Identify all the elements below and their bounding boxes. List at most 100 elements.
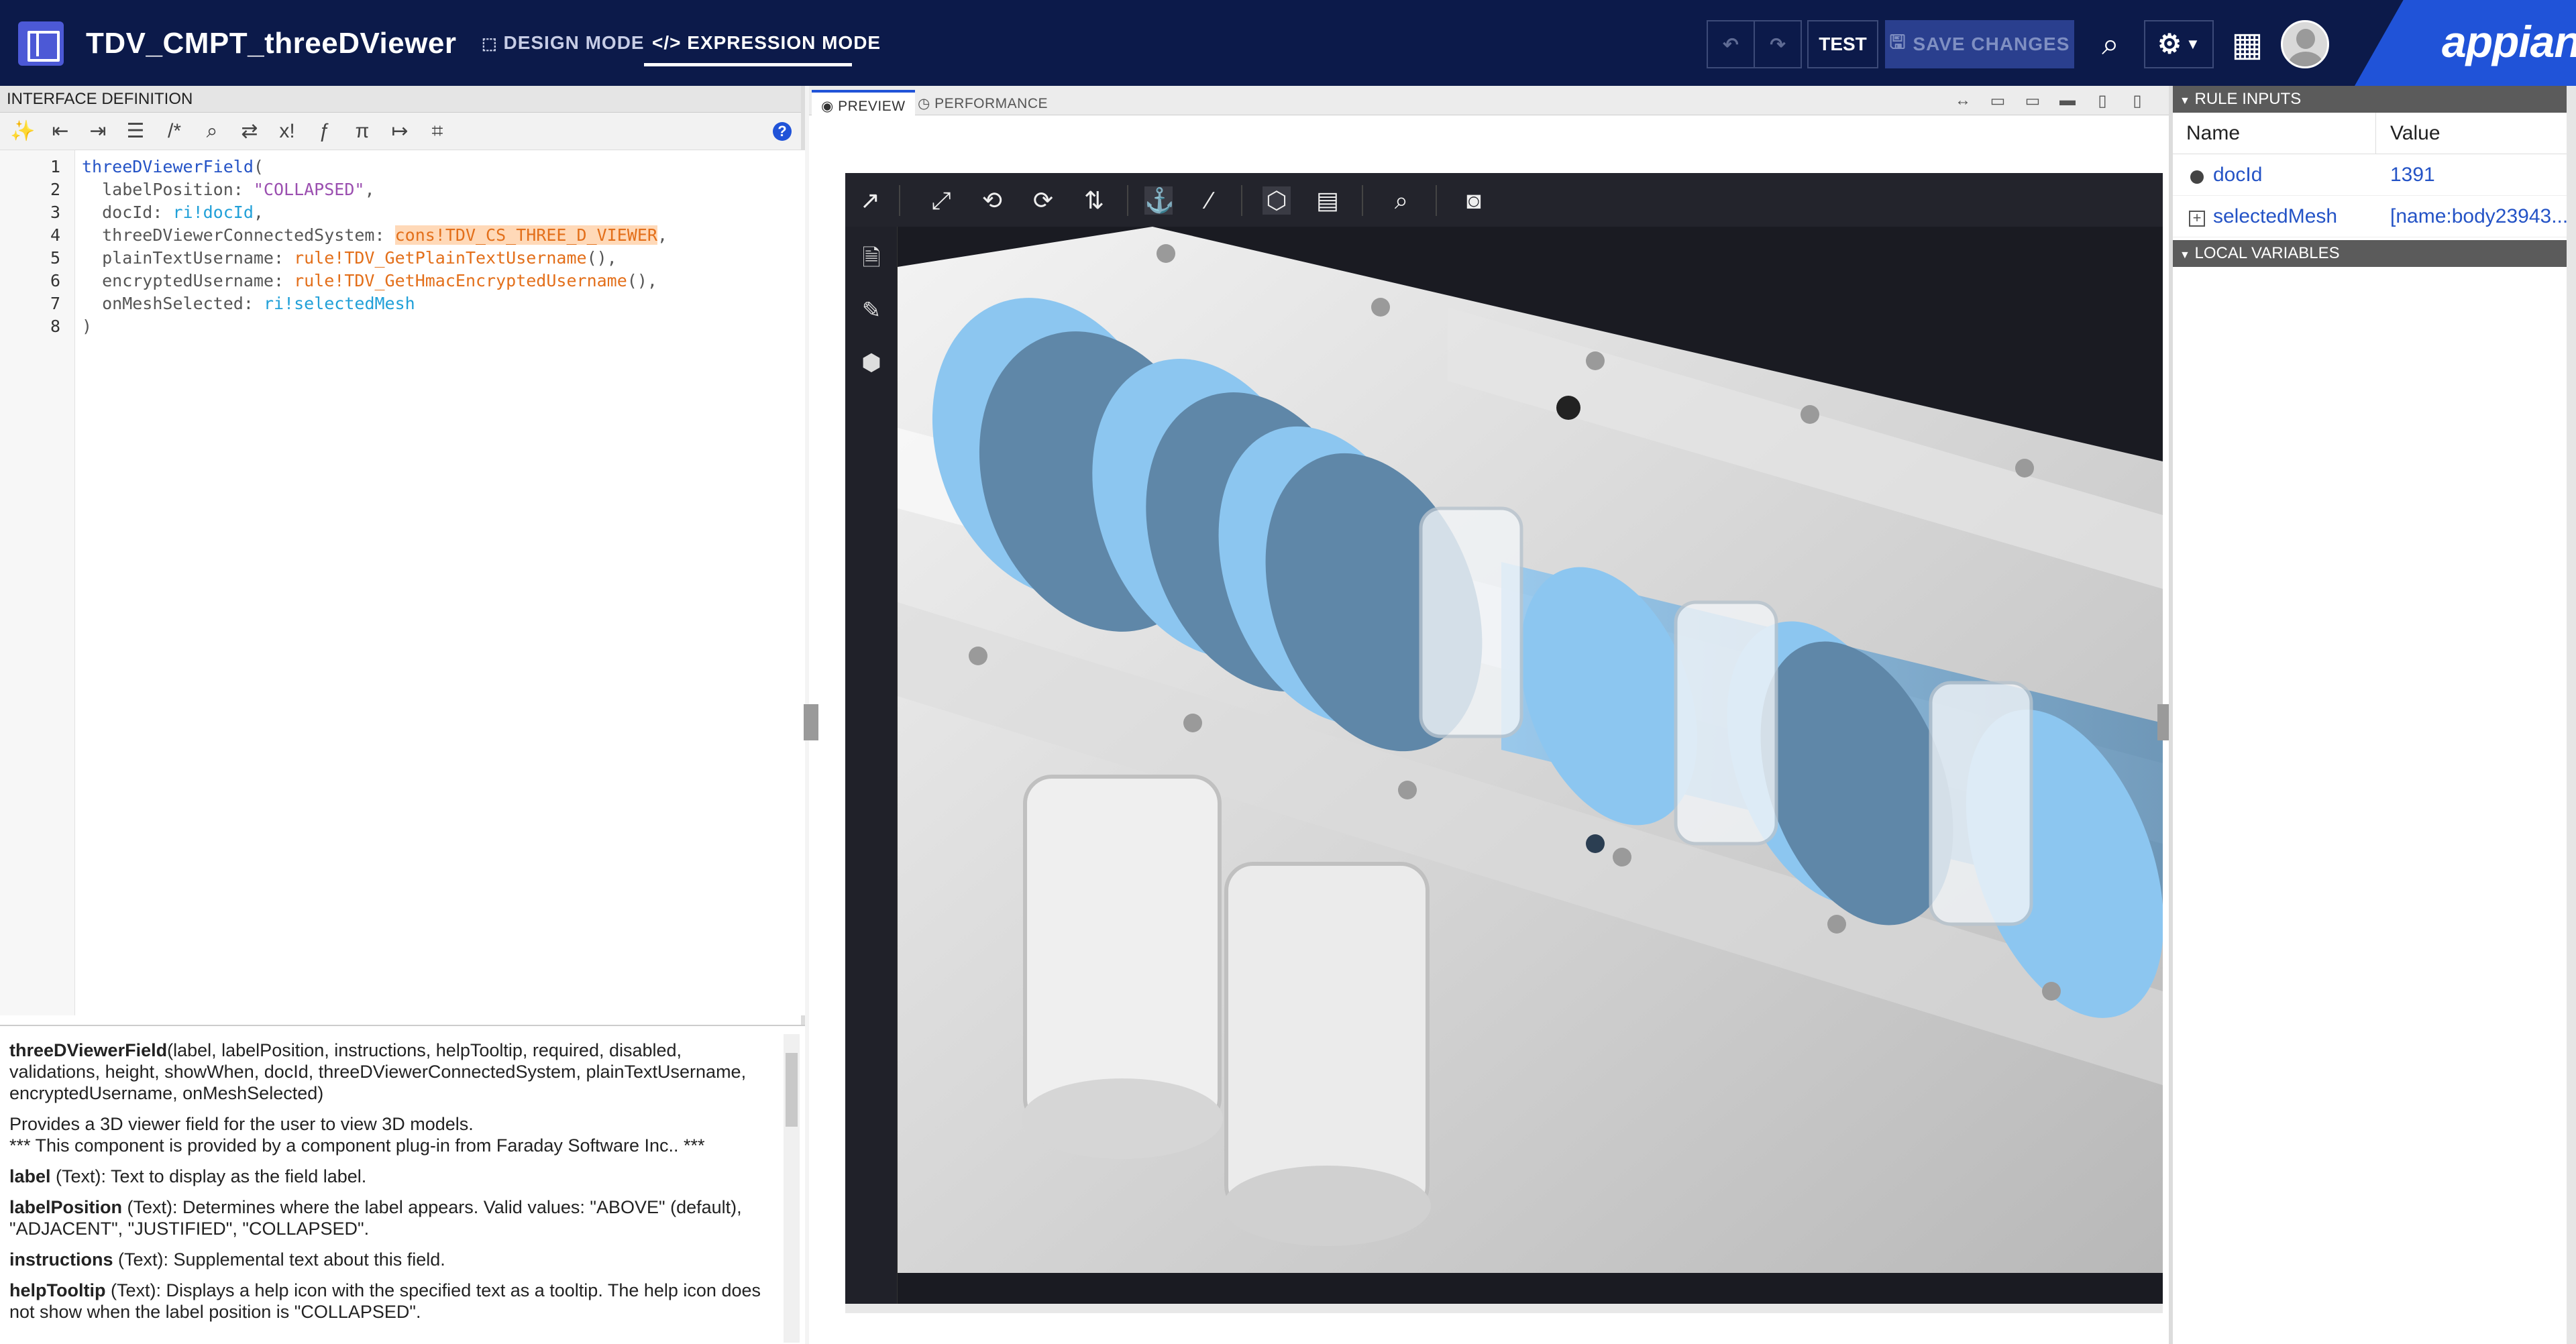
doc-scrollbar[interactable] — [784, 1034, 800, 1343]
rule-input-row[interactable]: + selectedMesh [name:body23943... — [2173, 196, 2576, 237]
code-token: encryptedUsername: — [82, 271, 294, 290]
code-text: ) — [82, 315, 92, 338]
viewer-toolbar: ↗ ⤢ ⟲ ⟳ ⇅ ⚓ ∕ ⬡ ▤ ⌕ ◙ — [845, 173, 2163, 227]
flip-vertical-icon[interactable]: ⇅ — [1080, 186, 1108, 215]
redo-button[interactable]: ↷ — [1754, 20, 1802, 68]
code-line[interactable]: 5 plainTextUsername: rule!TDV_GetPlainTe… — [0, 247, 805, 270]
rule-input-value[interactable]: 1391 — [2390, 164, 2571, 186]
rotate-right-icon[interactable]: ⟳ — [1029, 186, 1057, 215]
annotation-icon[interactable]: ✎ — [857, 296, 885, 325]
tab-performance[interactable]: ◷ PERFORMANCE — [908, 90, 1057, 115]
tab-preview[interactable]: ◉ PREVIEW — [812, 90, 915, 115]
shuffle-icon[interactable]: ⇄ — [236, 119, 263, 144]
code-line[interactable]: 6 encryptedUsername: rule!TDV_GetHmacEnc… — [0, 270, 805, 292]
document-icon[interactable]: 🗎 — [857, 244, 885, 272]
expand-icon[interactable]: + — [2189, 211, 2205, 227]
gear-icon: ⚙ — [2157, 30, 2182, 59]
section-icon[interactable]: ▤ — [1313, 186, 1342, 215]
code-token: , — [253, 203, 264, 222]
measure-icon[interactable]: ∕ — [1195, 186, 1224, 215]
laptop-icon[interactable]: ▬ — [2051, 91, 2084, 111]
collapse-left-handle[interactable] — [804, 704, 818, 740]
right-edge-scroll[interactable] — [2567, 86, 2576, 1344]
device-size-selector: ↔ ▭ ▭ ▬ ▯ ▯ — [1945, 91, 2154, 111]
test-button[interactable]: TEST — [1807, 20, 1878, 68]
zoom-box-icon[interactable]: ⌕ — [1387, 186, 1415, 215]
inspect-icon[interactable]: ⌗ — [424, 119, 451, 144]
design-mode-label: DESIGN MODE — [503, 32, 645, 53]
code-line[interactable]: 1 threeDViewerField( — [0, 156, 805, 178]
orbit-icon[interactable]: ⚓ — [1144, 186, 1175, 215]
comment-icon[interactable]: /* — [161, 119, 188, 144]
format-icon[interactable]: ✨ — [9, 119, 36, 144]
code-line[interactable]: 4 threeDViewerConnectedSystem: cons!TDV_… — [0, 224, 805, 247]
separator — [1362, 185, 1363, 216]
doc-signature: threeDViewerField(label, labelPosition, … — [9, 1040, 773, 1104]
local-variables-header[interactable]: ▼ LOCAL VARIABLES — [2173, 240, 2576, 267]
line-number: 7 — [50, 294, 60, 313]
outdent-icon[interactable]: ⇤ — [47, 119, 74, 144]
desktop-wide-icon[interactable]: ▭ — [1981, 91, 2015, 111]
rule-input-value[interactable]: [name:body23943... — [2390, 205, 2571, 228]
export-icon[interactable]: ↦ — [386, 119, 413, 144]
preview-bottom-strip — [845, 1304, 2163, 1313]
code-token: ri!docId — [172, 203, 254, 222]
pi-icon[interactable]: π — [349, 119, 376, 144]
camera-icon[interactable]: ◙ — [1460, 186, 1488, 215]
line-number: 8 — [50, 317, 60, 336]
rule-inputs-header[interactable]: ▼ RULE INPUTS — [2173, 86, 2576, 113]
variable-icon[interactable]: x! — [274, 119, 301, 144]
panel-title: INTERFACE DEFINITION — [0, 86, 801, 113]
save-changes-button[interactable]: 🖫 SAVE CHANGES — [1885, 20, 2074, 68]
settings-menu-button[interactable]: ⚙ ▼ — [2144, 20, 2214, 68]
code-token: (), — [586, 248, 617, 268]
design-mode-tab[interactable]: ⬚ DESIGN MODE — [482, 32, 645, 54]
help-icon[interactable]: ? — [773, 122, 792, 141]
code-token: threeDViewerConnectedSystem: — [82, 225, 395, 245]
undo-button[interactable]: ↶ — [1707, 20, 1755, 68]
function-icon[interactable]: ƒ — [311, 119, 338, 144]
line-number: 2 — [50, 180, 60, 199]
search-icon[interactable]: ⌕ — [199, 119, 225, 144]
code-line[interactable]: 2 labelPosition: "COLLAPSED", — [0, 178, 805, 201]
doc-param-name: labelPosition — [9, 1197, 123, 1217]
tablet-icon[interactable]: ▯ — [2086, 91, 2119, 111]
interface-definition-panel: INTERFACE DEFINITION ✨ ⇤ ⇥ ☰ /* ⌕ ⇄ x! ƒ… — [0, 86, 805, 1344]
rule-input-row[interactable]: docId 1391 — [2173, 154, 2576, 196]
line-number: 3 — [50, 203, 60, 222]
phone-icon[interactable]: ▯ — [2121, 91, 2154, 111]
code-token: docId: — [82, 203, 173, 222]
desktop-icon[interactable]: ▭ — [2016, 91, 2049, 111]
chevron-down-icon: ▼ — [2186, 36, 2200, 52]
code-line[interactable]: 8) — [0, 315, 805, 338]
share-icon[interactable]: ↗ — [856, 186, 884, 215]
fit-width-icon[interactable]: ↔ — [1946, 91, 1980, 111]
search-dependents-icon[interactable]: ⌕ — [2086, 20, 2135, 68]
fit-view-icon[interactable]: ⤢ — [927, 186, 955, 215]
code-line[interactable]: 3 docId: ri!docId, — [0, 201, 805, 224]
redo-icon: ↷ — [1770, 34, 1786, 55]
list-icon[interactable]: ☰ — [122, 119, 149, 144]
cube-icon[interactable]: ⬢ — [857, 349, 885, 377]
avatar[interactable] — [2281, 20, 2329, 68]
code-text: threeDViewerField( — [82, 156, 264, 178]
code-token: (), — [627, 271, 657, 290]
three-d-viewer[interactable]: ↗ ⤢ ⟲ ⟳ ⇅ ⚓ ∕ ⬡ ▤ ⌕ ◙ 🗎 ✎ ⬢ — [845, 173, 2163, 1304]
code-token: ( — [253, 157, 264, 176]
doc-desc-line2: *** This component is provided by a comp… — [9, 1135, 705, 1156]
app-grid-icon[interactable]: ▦ — [2223, 20, 2271, 68]
caret-down-icon: ▼ — [2180, 249, 2190, 261]
rotate-left-icon[interactable]: ⟲ — [978, 186, 1006, 215]
code-token: ri!selectedMesh — [263, 294, 415, 313]
xray-icon[interactable]: ⬡ — [1263, 186, 1291, 215]
expression-mode-tab[interactable]: </> EXPRESSION MODE — [652, 32, 881, 54]
code-editor[interactable]: 1 threeDViewerField(2 labelPosition: "COL… — [0, 150, 805, 1015]
engine-model-render[interactable] — [898, 227, 2163, 1273]
doc-function-name: threeDViewerField — [9, 1040, 168, 1060]
code-text: encryptedUsername: rule!TDV_GetHmacEncry… — [82, 270, 657, 292]
code-line[interactable]: 7 onMeshSelected: ri!selectedMesh — [0, 292, 805, 315]
code-text: labelPosition: "COLLAPSED", — [82, 178, 374, 201]
code-token: ) — [82, 317, 93, 336]
appian-logo: appian — [2442, 17, 2576, 66]
indent-icon[interactable]: ⇥ — [85, 119, 111, 144]
